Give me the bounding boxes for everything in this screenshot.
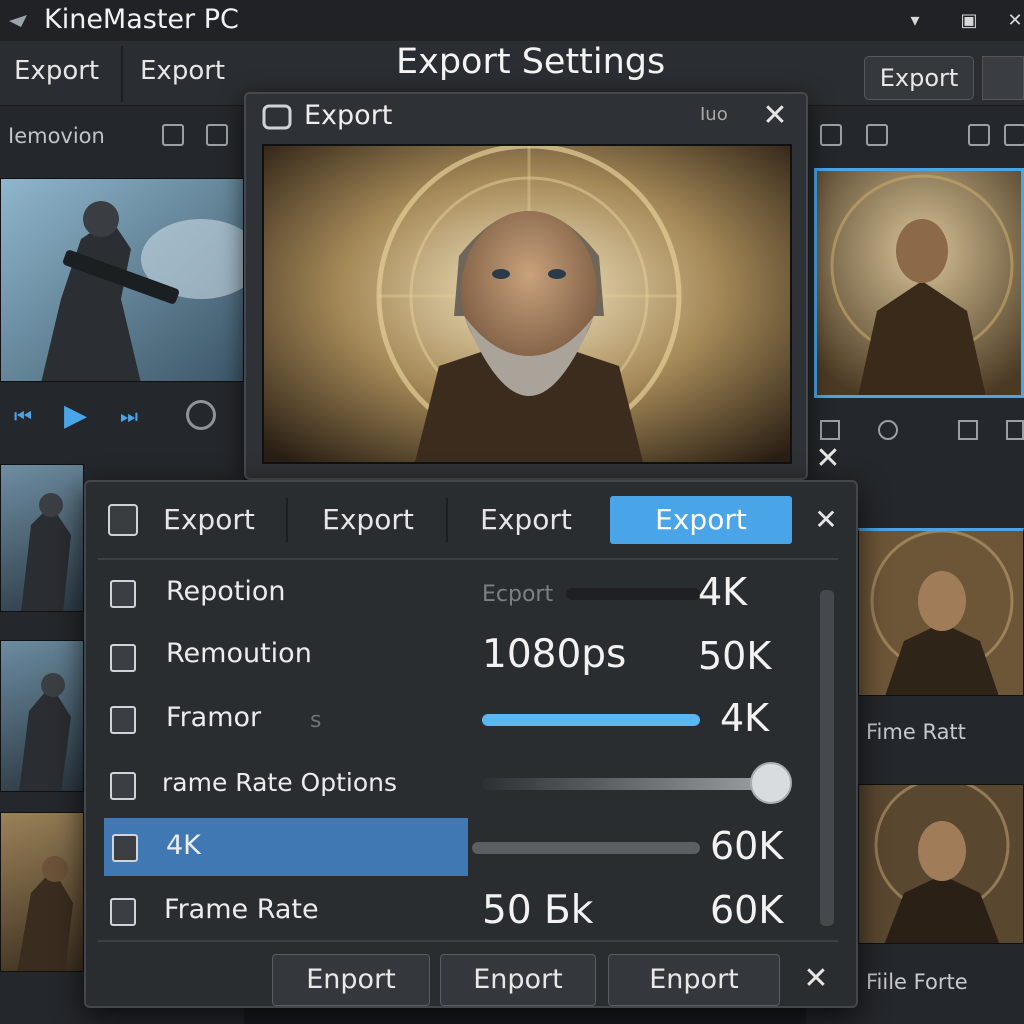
- left-thumb-3[interactable]: [0, 812, 84, 972]
- row-fill-framor: [482, 714, 700, 726]
- export-dialog-icon: [262, 104, 292, 130]
- tab-divider: [98, 558, 838, 560]
- footer-button-2[interactable]: Enport: [440, 954, 596, 1006]
- right-label-icon: [862, 724, 880, 742]
- footer-close-icon[interactable]: ✕: [798, 962, 834, 998]
- row-mid-framor: s: [310, 708, 322, 733]
- export-dialog-title: Export: [304, 100, 393, 131]
- selected-row-highlight: [104, 818, 468, 876]
- row-mid-frame-rate: 50 Бk: [482, 888, 594, 933]
- tab-export-3[interactable]: Export: [462, 496, 590, 544]
- row-track-framor[interactable]: [482, 714, 700, 726]
- menu-separator: [121, 46, 123, 102]
- tab-export-2[interactable]: Export: [304, 496, 432, 544]
- left-tool-icon-2[interactable]: [206, 124, 228, 146]
- framor-icon: [110, 706, 136, 734]
- right-thumb-1[interactable]: [858, 528, 1024, 696]
- resolution-icon: [110, 580, 136, 608]
- settings-scrollbar[interactable]: [820, 590, 834, 926]
- right-tool-icon-3[interactable]: [968, 124, 990, 146]
- bearded-man-small-1: [859, 531, 1023, 695]
- row-value-4k: 60K: [710, 824, 784, 868]
- play-icon[interactable]: ▶: [64, 398, 94, 433]
- row-label-resolution: Repotion: [166, 576, 286, 607]
- soldier-small-1: [21, 493, 71, 611]
- bearded-man-portrait: [264, 146, 790, 462]
- tab-separator-2: [446, 498, 448, 542]
- right-tool-icon-2[interactable]: [866, 124, 888, 146]
- knight-illustration: [817, 171, 1021, 395]
- soldier-illustration: [1, 179, 243, 381]
- row-track-4k[interactable]: [472, 842, 700, 854]
- row-value-framor: 4K: [720, 696, 770, 740]
- row-value-resolution: 4K: [698, 570, 748, 614]
- tab-export-4-active[interactable]: Export: [610, 496, 792, 544]
- app-title: KineMaster PC: [44, 4, 239, 35]
- minimize-icon[interactable]: ▾: [902, 8, 928, 34]
- right-small-icon-4[interactable]: [1006, 420, 1024, 440]
- tab-export-1[interactable]: Export: [150, 496, 268, 544]
- warrior-small: [17, 856, 73, 971]
- row-track-resolution[interactable]: [566, 588, 700, 600]
- left-thumb-2[interactable]: [0, 640, 84, 792]
- footer-button-3[interactable]: Enport: [608, 954, 780, 1006]
- top-export-button[interactable]: Export: [864, 56, 974, 100]
- rewind-icon[interactable]: ⏮: [14, 404, 40, 428]
- right-clip-thumbnail-selected[interactable]: [814, 168, 1024, 398]
- maximize-icon[interactable]: ▣: [956, 8, 982, 34]
- row-label-frame-rate: Frame Rate: [164, 894, 319, 925]
- settings-tab-icon: [108, 504, 138, 536]
- right-small-icon-3[interactable]: [958, 420, 978, 440]
- top-extra-button[interactable]: [982, 56, 1024, 100]
- export-dialog-misc-label: Iuo: [700, 104, 728, 125]
- left-thumb-1[interactable]: [0, 464, 84, 612]
- settings-dialog-outer-close-icon[interactable]: ✕: [810, 442, 846, 478]
- soldier-small-2: [19, 673, 71, 791]
- frame-rate-options-icon: [110, 772, 136, 800]
- right-label-file-format: Fiile Forte: [866, 970, 968, 994]
- app-logo-icon: [9, 15, 27, 27]
- frame-rate-slider-knob[interactable]: [750, 762, 792, 804]
- settings-tab-close-icon[interactable]: ✕: [808, 502, 844, 538]
- 4k-icon: [112, 834, 138, 862]
- footer-divider: [98, 940, 838, 942]
- export-preview-image: [262, 144, 792, 464]
- row-track-frame-rate-options[interactable]: [482, 778, 772, 790]
- tab-separator-1: [286, 498, 288, 542]
- right-label-frame-rate: Fime Ratt: [866, 720, 966, 744]
- row-label-framor: Framor: [166, 702, 262, 733]
- left-clip-thumbnail[interactable]: [0, 178, 244, 382]
- right-tool-icon-4[interactable]: [1004, 124, 1024, 146]
- row-label-remoution: Remoution: [166, 638, 312, 669]
- row-value-remoution: 50K: [698, 634, 772, 678]
- left-tool-icon-1[interactable]: [162, 124, 184, 146]
- footer-button-1[interactable]: Enport: [272, 954, 430, 1006]
- right-thumb-2[interactable]: [858, 784, 1024, 944]
- window-heading: Export Settings: [396, 42, 666, 82]
- frame-rate-icon: [110, 898, 136, 926]
- right-small-icon-1[interactable]: [820, 420, 840, 440]
- row-mid-remoution: 1080ps: [482, 632, 627, 677]
- left-tool-label[interactable]: Iemovion: [8, 124, 105, 148]
- right-small-icon-2[interactable]: [878, 420, 898, 440]
- menu-export-2[interactable]: Export: [140, 56, 225, 86]
- close-window-icon[interactable]: ✕: [1002, 8, 1024, 34]
- menu-export-1[interactable]: Export: [14, 56, 99, 86]
- forward-icon[interactable]: ⏭: [120, 404, 146, 428]
- row-value-frame-rate: 60K: [710, 888, 784, 932]
- bearded-man-small-2: [859, 785, 1023, 943]
- record-icon[interactable]: [186, 400, 216, 430]
- row-label-4k: 4K: [166, 830, 201, 861]
- row-mid-resolution: Ecport: [482, 582, 554, 607]
- export-dialog-close-icon[interactable]: ✕: [756, 98, 794, 136]
- remoution-icon: [110, 644, 136, 672]
- row-label-frame-rate-options: rame Rate Options: [162, 768, 398, 797]
- right-tool-icon-1[interactable]: [820, 124, 842, 146]
